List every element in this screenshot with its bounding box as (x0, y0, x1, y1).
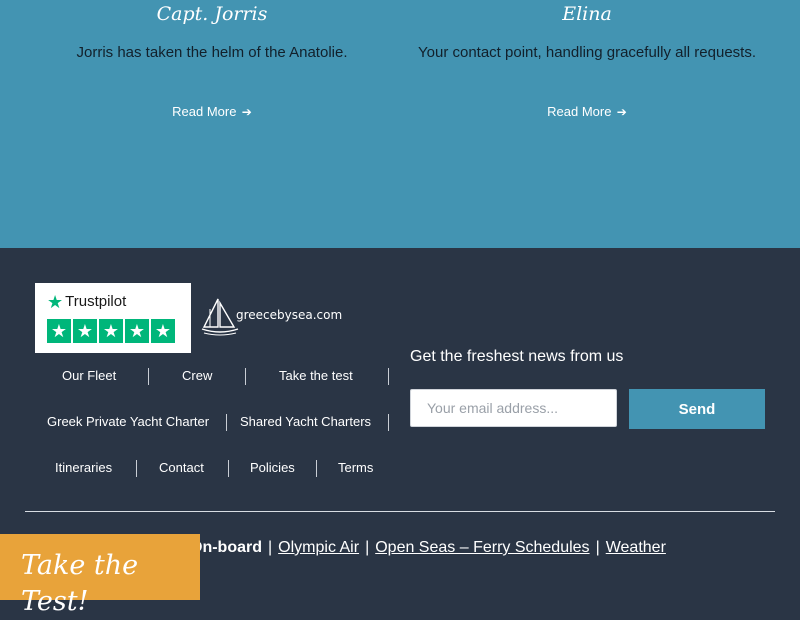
onboard-label: On-board (190, 539, 262, 556)
nav-separator (148, 368, 149, 385)
nav-separator (388, 414, 389, 431)
send-button[interactable]: Send (629, 389, 765, 429)
nav-separator (388, 368, 389, 385)
greecebysea-wordmark: greecebysea.com (236, 308, 343, 322)
nav-separator (245, 368, 246, 385)
nav-separator (316, 460, 317, 477)
email-input[interactable] (410, 389, 617, 427)
nav-contact[interactable]: Contact (159, 459, 204, 477)
read-more-jorris-link[interactable]: Read More ➔ (162, 103, 262, 121)
nav-policies[interactable]: Policies (250, 459, 295, 477)
nav-separator (228, 460, 229, 477)
arrow-right-icon: ➔ (238, 105, 252, 119)
read-more-label: Read More (547, 104, 612, 119)
nav-itineraries[interactable]: Itineraries (55, 459, 112, 477)
read-more-elina-link[interactable]: Read More ➔ (537, 103, 637, 121)
weather-link[interactable]: Weather (606, 539, 666, 556)
trustpilot-label: Trustpilot (65, 293, 127, 310)
crew-name-elina: Elina (562, 3, 612, 25)
crew-name-jorris: Capt. Jorris (156, 3, 268, 25)
crew-desc-jorris: Jorris has taken the helm of the Anatoli… (76, 44, 348, 61)
arrow-right-icon: ➔ (613, 105, 627, 119)
bottom-links: On-board | Olympic Air | Open Seas – Ferry S… (190, 536, 666, 560)
open-seas-ferry-link[interactable]: Open Seas – Ferry Schedules (375, 539, 589, 556)
link-separator: | (268, 539, 273, 556)
greecebysea-logo[interactable]: greecebysea.com (200, 295, 342, 337)
trustpilot-logo: ★ Trustpilot (47, 293, 126, 311)
nav-greek-private-yacht-charter[interactable]: Greek Private Yacht Charter (47, 413, 209, 431)
olympic-air-link[interactable]: Olympic Air (278, 539, 359, 556)
nav-crew[interactable]: Crew (182, 367, 212, 385)
link-separator: | (595, 539, 600, 556)
take-the-test-label: Take the Test! (21, 550, 139, 617)
rating-star-icon: ★ (151, 319, 175, 343)
newsletter-heading: Get the freshest news from us (410, 348, 624, 365)
rating-star-icon: ★ (47, 319, 71, 343)
nav-shared-yacht-charters[interactable]: Shared Yacht Charters (240, 413, 371, 431)
nav-terms[interactable]: Terms (338, 459, 373, 477)
nav-separator (136, 460, 137, 477)
footer-divider (25, 511, 775, 512)
link-separator: | (365, 539, 370, 556)
crew-section: Capt. Jorris Jorris has taken the helm o… (0, 0, 800, 248)
trustpilot-rating: ★ ★ ★ ★ ★ (47, 319, 175, 343)
nav-take-the-test[interactable]: Take the test (279, 367, 353, 385)
sailboat-icon (201, 298, 239, 336)
nav-our-fleet[interactable]: Our Fleet (62, 367, 116, 385)
rating-star-icon: ★ (73, 319, 97, 343)
trustpilot-star-icon: ★ (47, 292, 64, 312)
take-the-test-button[interactable]: Take the Test! (0, 534, 200, 617)
read-more-label: Read More (172, 104, 237, 119)
rating-star-icon: ★ (99, 319, 123, 343)
crew-desc-elina: Your contact point, handling gracefully … (418, 44, 756, 61)
rating-star-icon: ★ (125, 319, 149, 343)
trustpilot-widget[interactable]: ★ Trustpilot ★ ★ ★ ★ ★ (35, 283, 191, 353)
nav-separator (226, 414, 227, 431)
